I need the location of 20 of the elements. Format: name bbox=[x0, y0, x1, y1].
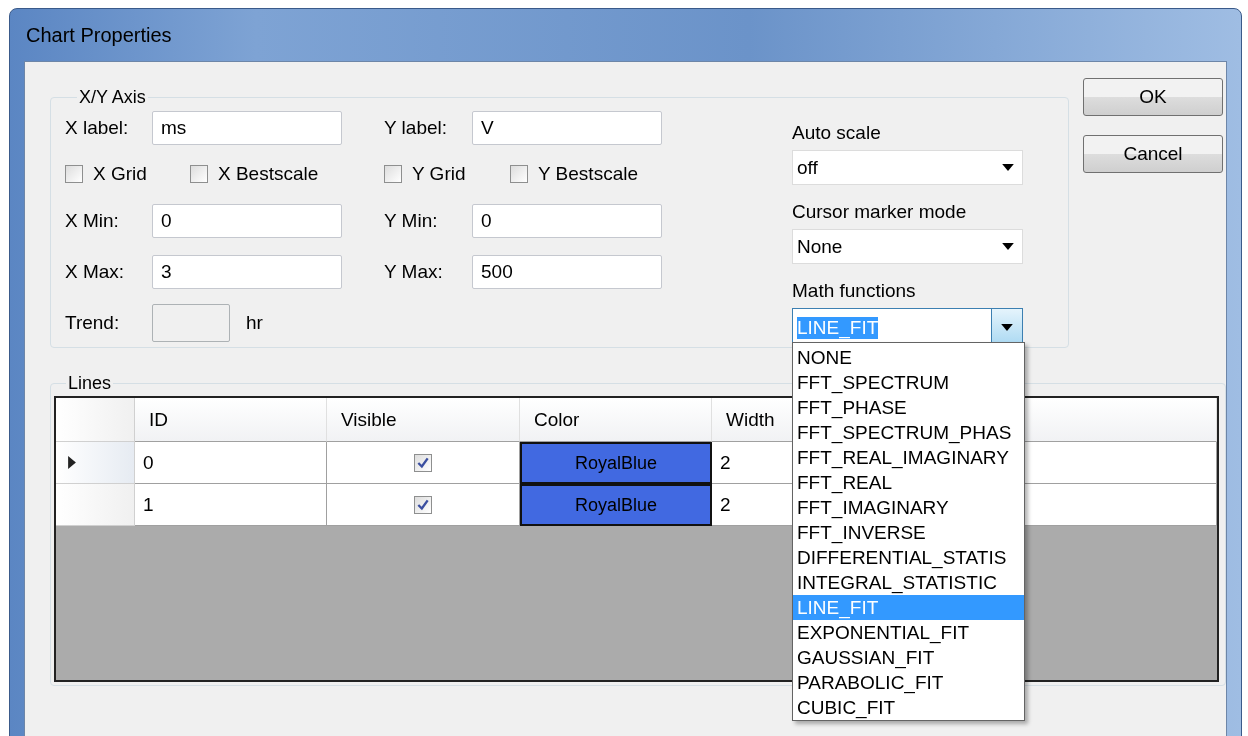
field-label: Y label: bbox=[384, 117, 449, 139]
group-title: X/Y Axis bbox=[78, 88, 147, 106]
field-label: Trend: bbox=[65, 312, 121, 334]
checkbox-label: Y Bestscale bbox=[538, 163, 638, 185]
table-cell: 0 bbox=[135, 442, 327, 484]
field-label: Cursor marker mode bbox=[792, 201, 968, 223]
table-cell: 1 bbox=[135, 484, 327, 526]
field-label: Y Min: bbox=[384, 210, 439, 232]
window-title: Chart Properties bbox=[26, 23, 172, 47]
field-label: Auto scale bbox=[792, 122, 882, 144]
field-label: Y Max: bbox=[384, 261, 444, 283]
checkbox-label: X Bestscale bbox=[218, 163, 319, 185]
field-label: Math functions bbox=[792, 280, 917, 302]
group-title: Lines bbox=[67, 374, 113, 392]
checkbox-label: X Grid bbox=[93, 163, 147, 185]
field-label: X Max: bbox=[65, 261, 126, 283]
field-label: X label: bbox=[65, 117, 130, 139]
unit-label: hr bbox=[246, 312, 263, 334]
field-label: X Min: bbox=[65, 210, 120, 232]
checkbox-label: Y Grid bbox=[412, 163, 466, 185]
